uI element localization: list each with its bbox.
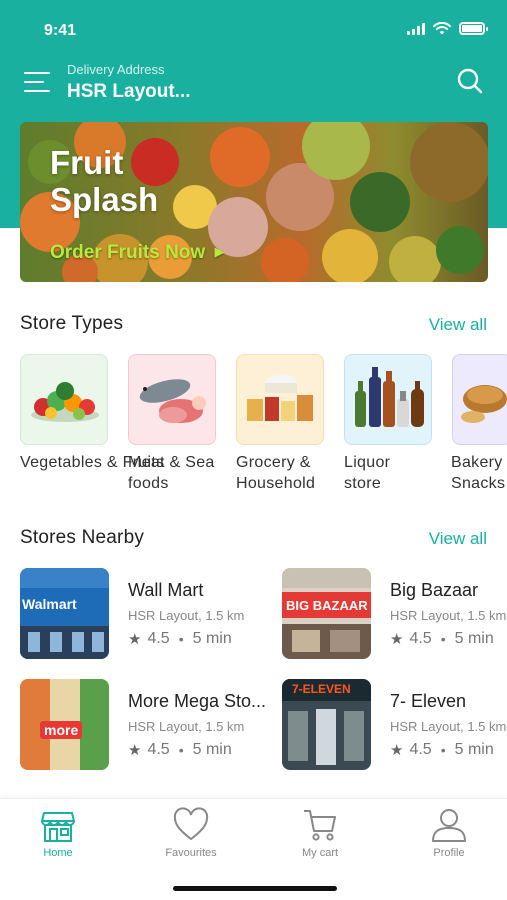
nav-favourites[interactable]: Favourites — [146, 807, 236, 859]
store-image-more[interactable]: more — [20, 679, 109, 770]
vegetables-image — [31, 382, 99, 422]
store-type-card-grocery[interactable] — [236, 354, 324, 445]
banner-title: Fruit Splash — [50, 144, 159, 218]
liquor-image — [355, 367, 424, 427]
nav-home[interactable]: Home — [13, 807, 103, 859]
store-type-card-bakery[interactable] — [452, 354, 507, 445]
store-rating: ★ 4.5 • 5 min — [128, 630, 232, 648]
delivery-address-label: Delivery Address — [67, 62, 165, 77]
store-image-big-bazaar[interactable]: BIG BAZAAR — [282, 568, 371, 659]
status-bar: 9:41 — [0, 0, 507, 56]
store-type-card-liquor[interactable] — [344, 354, 432, 445]
store-image-walmart[interactable]: Walmart — [20, 568, 109, 659]
separator-dot: • — [440, 742, 446, 758]
home-indicator — [173, 886, 337, 891]
big-bazaar-logo: BIG BAZAAR — [286, 598, 368, 613]
store-name-wall-mart[interactable]: Wall Mart — [128, 580, 203, 601]
star-icon: ★ — [390, 631, 404, 648]
store-rating: ★ 4.5 • 5 min — [390, 630, 494, 648]
store-types-title: Store Types — [20, 313, 124, 334]
store-types-view-all[interactable]: View all — [429, 315, 487, 335]
signal-icon — [407, 22, 425, 35]
delivery-time: 5 min — [192, 630, 232, 647]
delivery-time: 5 min — [192, 741, 232, 758]
star-icon: ★ — [390, 742, 404, 759]
nav-home-label: Home — [43, 847, 73, 859]
store-meta: HSR Layout, 1.5 km — [390, 719, 507, 734]
store-type-label-meat: Meat & Sea foods — [128, 454, 215, 492]
store-type-label-bakery: Bakery Snacks — [451, 454, 506, 492]
banner-cta-label: Order Fruits Now — [50, 242, 206, 263]
separator-dot: • — [178, 631, 184, 647]
search-icon[interactable] — [456, 67, 484, 95]
bottom-navigation: Home Favourites My cart Profile — [0, 798, 507, 900]
store-name-7-eleven[interactable]: 7- Eleven — [390, 691, 466, 712]
banner-cta-link[interactable]: Order Fruits Now ▶ — [50, 242, 224, 264]
store-type-label-liquor: Liquor store — [344, 454, 391, 492]
nav-favourites-label: Favourites — [165, 847, 217, 859]
store-name-more-mega[interactable]: More Mega Sto... — [128, 691, 266, 712]
delivery-address-value[interactable]: HSR Layout... — [67, 81, 191, 103]
bakery-image — [461, 385, 507, 423]
store-image-7-eleven[interactable]: 7-ELEVEN — [282, 679, 371, 770]
status-icons — [407, 22, 488, 35]
seven-eleven-logo: 7-ELEVEN — [292, 682, 351, 696]
status-time: 9:41 — [44, 22, 77, 39]
delivery-time: 5 min — [454, 630, 494, 647]
menu-icon[interactable] — [24, 70, 52, 94]
store-type-card-meat[interactable] — [128, 354, 216, 445]
stores-nearby-view-all[interactable]: View all — [429, 529, 487, 549]
store-type-card-vegetables[interactable] — [20, 354, 108, 445]
stores-nearby-title: Stores Nearby — [20, 527, 145, 548]
user-icon — [432, 809, 466, 842]
store-rating: ★ 4.5 • 5 min — [390, 741, 494, 759]
separator-dot: • — [178, 742, 184, 758]
cart-icon — [304, 810, 336, 841]
battery-icon — [459, 22, 488, 35]
store-meta: HSR Layout, 1.5 km — [128, 608, 245, 623]
rating-value: 4.5 — [409, 630, 432, 647]
nav-profile[interactable]: Profile — [404, 807, 494, 859]
store-meta: HSR Layout, 1.5 km — [390, 608, 507, 623]
nav-my-cart-label: My cart — [301, 847, 339, 859]
rating-value: 4.5 — [147, 630, 170, 647]
store-icon — [41, 812, 75, 842]
heart-icon — [173, 807, 209, 841]
nav-my-cart[interactable]: My cart — [275, 807, 365, 859]
store-type-label-grocery: Grocery & Household — [236, 454, 316, 492]
grocery-image — [247, 375, 313, 421]
play-arrow-icon: ▶ — [214, 244, 225, 259]
rating-value: 4.5 — [409, 741, 432, 758]
store-name-big-bazaar[interactable]: Big Bazaar — [390, 580, 478, 601]
star-icon: ★ — [128, 631, 142, 648]
star-icon: ★ — [128, 742, 142, 759]
rating-value: 4.5 — [147, 741, 170, 758]
delivery-time: 5 min — [454, 741, 494, 758]
meat-image — [139, 379, 206, 423]
promo-banner[interactable]: Fruit Splash Order Fruits Now ▶ — [20, 122, 488, 282]
separator-dot: • — [440, 631, 446, 647]
nav-profile-label: Profile — [433, 847, 465, 859]
walmart-logo: Walmart — [22, 596, 77, 612]
store-rating: ★ 4.5 • 5 min — [128, 741, 232, 759]
more-logo: more — [40, 721, 83, 739]
wifi-icon — [433, 22, 451, 35]
store-meta: HSR Layout, 1.5 km — [128, 719, 245, 734]
